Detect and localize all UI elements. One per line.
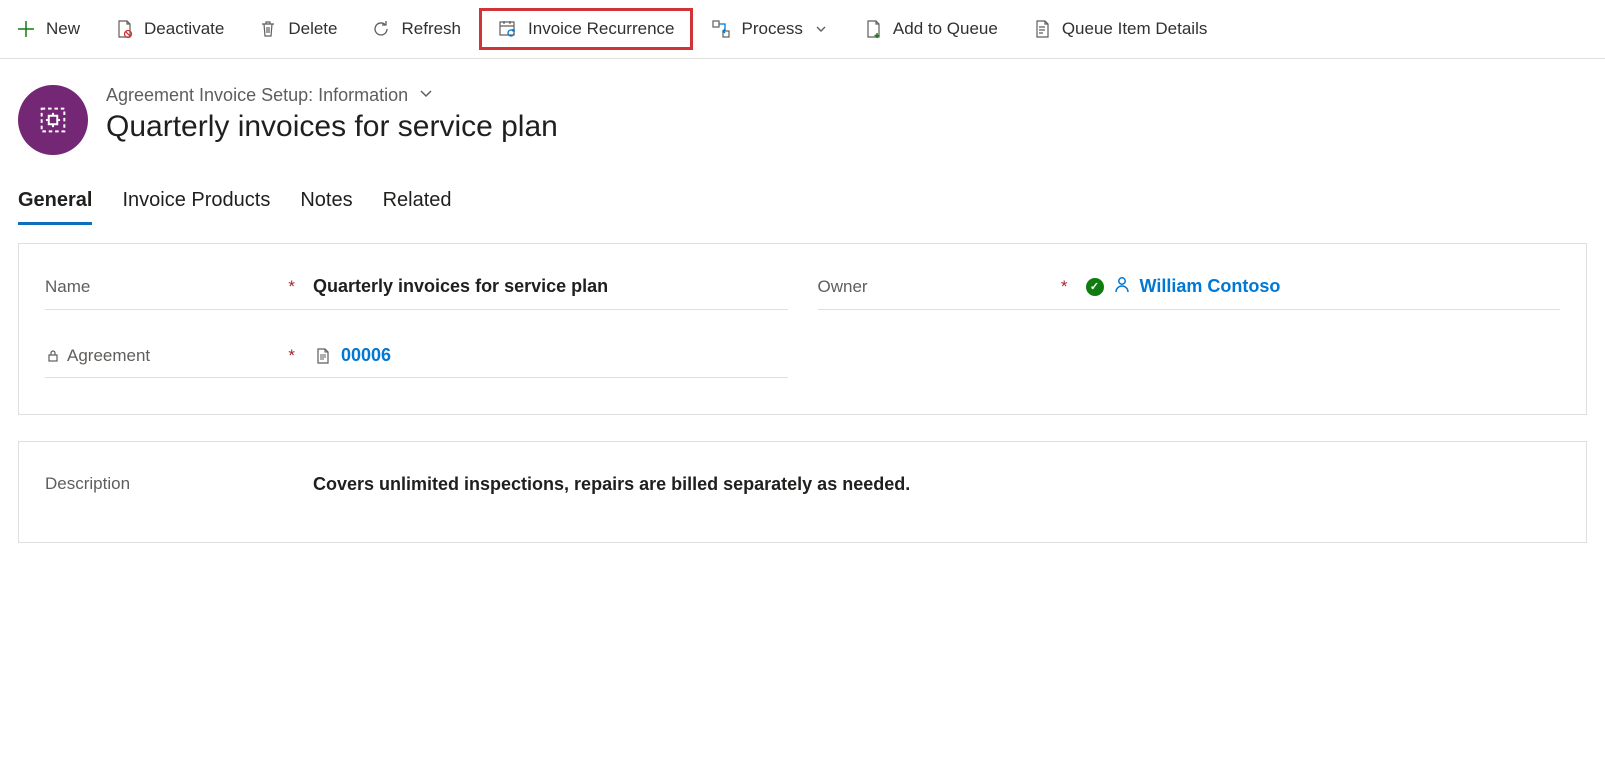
section-description: Description Covers unlimited inspections… xyxy=(18,441,1587,543)
record-header: Agreement Invoice Setup: Information Qua… xyxy=(0,59,1605,173)
deactivate-button[interactable]: Deactivate xyxy=(98,11,240,47)
person-icon xyxy=(1112,274,1132,299)
lock-icon xyxy=(45,349,61,363)
description-value: Covers unlimited inspections, repairs ar… xyxy=(305,474,1560,495)
new-button[interactable]: New xyxy=(0,11,96,47)
delete-label: Delete xyxy=(288,19,337,39)
required-indicator: * xyxy=(1061,277,1068,297)
queue-item-details-label: Queue Item Details xyxy=(1062,19,1208,39)
name-value: Quarterly invoices for service plan xyxy=(305,276,788,297)
field-owner[interactable]: Owner * ✓ William Contoso xyxy=(818,264,1561,310)
add-to-queue-icon xyxy=(863,19,883,39)
plus-icon xyxy=(16,19,36,39)
field-name[interactable]: Name * Quarterly invoices for service pl… xyxy=(45,264,788,310)
refresh-icon xyxy=(371,19,391,39)
deactivate-label: Deactivate xyxy=(144,19,224,39)
tab-invoice-products[interactable]: Invoice Products xyxy=(122,183,270,225)
process-button[interactable]: Process xyxy=(695,11,844,47)
field-agreement[interactable]: Agreement * 00006 xyxy=(45,334,788,378)
calendar-recurrence-icon xyxy=(498,19,518,39)
queue-item-details-button[interactable]: Queue Item Details xyxy=(1016,11,1224,47)
empty-cell xyxy=(818,334,1561,378)
form-selector[interactable]: Agreement Invoice Setup: Information xyxy=(106,85,558,106)
refresh-button[interactable]: Refresh xyxy=(355,11,477,47)
description-label: Description xyxy=(45,474,130,494)
agreement-label: Agreement xyxy=(67,346,150,366)
new-label: New xyxy=(46,19,80,39)
entity-icon xyxy=(18,85,88,155)
required-indicator: * xyxy=(288,277,295,297)
add-to-queue-button[interactable]: Add to Queue xyxy=(847,11,1014,47)
form-selector-label: Agreement Invoice Setup: Information xyxy=(106,85,408,106)
refresh-label: Refresh xyxy=(401,19,461,39)
process-label: Process xyxy=(741,19,802,39)
field-description[interactable]: Description Covers unlimited inspections… xyxy=(45,462,1560,506)
owner-value[interactable]: William Contoso xyxy=(1140,276,1281,297)
required-indicator: * xyxy=(288,346,295,366)
command-bar: New Deactivate Delete Refresh xyxy=(0,0,1605,59)
form-body: Name * Quarterly invoices for service pl… xyxy=(0,225,1605,587)
delete-button[interactable]: Delete xyxy=(242,11,353,47)
tab-related[interactable]: Related xyxy=(383,183,452,225)
tab-general[interactable]: General xyxy=(18,183,92,225)
check-icon: ✓ xyxy=(1086,278,1104,296)
invoice-recurrence-button[interactable]: Invoice Recurrence xyxy=(479,8,693,50)
process-icon xyxy=(711,19,731,39)
tab-list: General Invoice Products Notes Related xyxy=(0,173,1605,225)
name-label: Name xyxy=(45,277,90,297)
invoice-recurrence-label: Invoice Recurrence xyxy=(528,19,674,39)
owner-label: Owner xyxy=(818,277,868,297)
document-icon xyxy=(313,347,333,365)
trash-icon xyxy=(258,19,278,39)
queue-details-icon xyxy=(1032,19,1052,39)
chevron-down-icon xyxy=(813,22,829,36)
chevron-down-icon xyxy=(418,85,434,106)
add-to-queue-label: Add to Queue xyxy=(893,19,998,39)
record-title: Quarterly invoices for service plan xyxy=(106,110,558,144)
agreement-value[interactable]: 00006 xyxy=(341,345,391,366)
tab-notes[interactable]: Notes xyxy=(300,183,352,225)
section-general: Name * Quarterly invoices for service pl… xyxy=(18,243,1587,415)
deactivate-icon xyxy=(114,19,134,39)
